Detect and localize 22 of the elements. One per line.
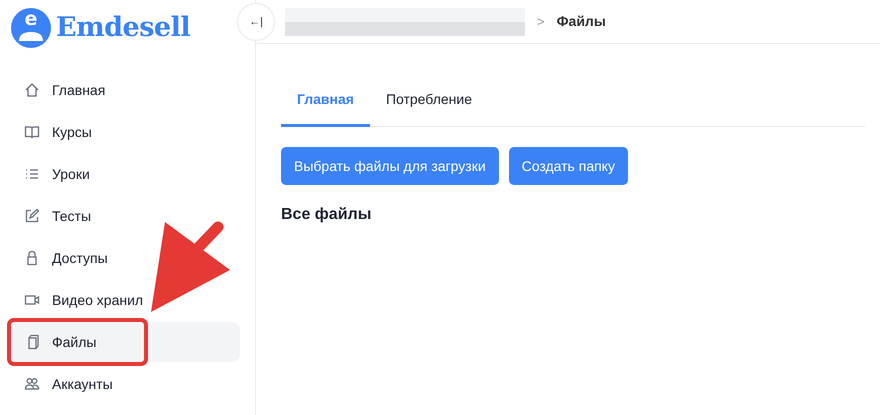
sidebar-item[interactable]: Файлы <box>8 322 240 362</box>
create-folder-button[interactable]: Создать папку <box>508 147 628 185</box>
upload-button[interactable]: Выбрать файлы для загрузки <box>281 147 499 185</box>
sidebar-item[interactable]: Видео хранил <box>8 280 240 320</box>
tab[interactable]: Главная <box>281 76 370 127</box>
edit-icon <box>24 208 40 224</box>
users-icon <box>24 376 40 392</box>
book-icon <box>24 124 40 140</box>
breadcrumb-current: Файлы <box>556 12 606 31</box>
logo-icon: e <box>11 8 51 48</box>
sidebar-item[interactable]: Главная <box>8 70 240 110</box>
sidebar-item[interactable]: Доступы <box>8 238 240 278</box>
breadcrumb-separator: > <box>537 12 545 31</box>
home-icon <box>24 82 40 98</box>
logo-text: Emdesell <box>56 12 190 43</box>
sidebar-item[interactable]: Аккаунты <box>8 364 240 404</box>
sidebar-item[interactable]: Тесты <box>8 196 240 236</box>
section-title: Все файлы <box>281 205 372 225</box>
collapse-button[interactable]: ←| <box>237 3 275 41</box>
sidebar-item[interactable]: Уроки <box>8 154 240 194</box>
sidebar-item[interactable]: Курсы <box>8 112 240 152</box>
tab[interactable]: Потребление <box>370 76 488 127</box>
